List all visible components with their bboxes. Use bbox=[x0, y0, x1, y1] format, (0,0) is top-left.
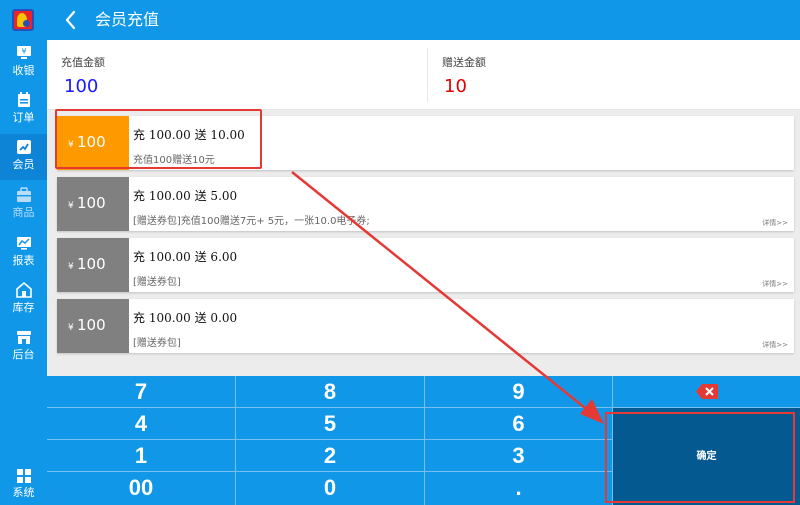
key-0[interactable]: 0 bbox=[236, 472, 425, 505]
gift-amount-panel[interactable]: 赠送金额 10 bbox=[427, 48, 800, 102]
package-price: 100 bbox=[77, 316, 106, 334]
goods-icon bbox=[16, 187, 31, 202]
yen-symbol: ¥ bbox=[68, 140, 74, 150]
svg-text:¥: ¥ bbox=[21, 47, 26, 56]
package-detail-link[interactable]: 详情>> bbox=[762, 279, 788, 289]
package-item[interactable]: ¥ 100 充 100.00 送 6.00 [赠送券包] 详情>> bbox=[57, 238, 794, 292]
sidebar-item-backend[interactable]: 后台 bbox=[0, 324, 47, 370]
cashier-icon: ¥ bbox=[16, 46, 31, 59]
backend-icon bbox=[16, 331, 31, 344]
package-title: 充 100.00 送 5.00 bbox=[133, 189, 238, 203]
sidebar-item-label: 库存 bbox=[12, 301, 35, 314]
package-title: 充 100.00 送 0.00 bbox=[133, 311, 238, 325]
confirm-button[interactable]: 确定 bbox=[613, 408, 800, 505]
order-icon bbox=[17, 92, 30, 107]
page-header: 会员充值 bbox=[47, 0, 800, 40]
key-9[interactable]: 9 bbox=[425, 376, 613, 408]
package-price: 100 bbox=[77, 194, 106, 212]
sidebar-item-member[interactable]: 会员 bbox=[0, 134, 47, 180]
yen-symbol: ¥ bbox=[68, 262, 74, 272]
recharge-amount-value: 100 bbox=[64, 76, 99, 97]
sidebar-item-system[interactable]: 系统 bbox=[0, 466, 47, 505]
sidebar-item-label: 系统 bbox=[12, 486, 35, 499]
key-4[interactable]: 4 bbox=[47, 408, 236, 440]
member-icon bbox=[16, 140, 31, 154]
yen-symbol: ¥ bbox=[68, 201, 74, 211]
delete-icon bbox=[696, 384, 718, 399]
inventory-icon bbox=[15, 281, 32, 298]
back-icon[interactable] bbox=[61, 9, 81, 31]
package-description: [赠送券包] bbox=[133, 277, 181, 288]
package-price: 100 bbox=[77, 133, 106, 151]
gift-amount-label: 赠送金额 bbox=[442, 56, 486, 69]
key-00[interactable]: 00 bbox=[47, 472, 236, 505]
sidebar-item-label: 报表 bbox=[12, 254, 35, 267]
package-item[interactable]: ¥ 100 充 100.00 送 0.00 [赠送券包] 详情>> bbox=[57, 299, 794, 353]
key-1[interactable]: 1 bbox=[47, 440, 236, 472]
numeric-keypad: 7 8 9 4 5 6 1 2 3 00 0 . 确定 bbox=[47, 376, 800, 505]
sidebar-item-inventory[interactable]: 库存 bbox=[0, 277, 47, 323]
sidebar-item-label: 订单 bbox=[12, 111, 35, 124]
package-detail-link[interactable]: 详情>> bbox=[762, 218, 788, 228]
delete-button[interactable] bbox=[613, 376, 800, 408]
key-dot[interactable]: . bbox=[425, 472, 613, 505]
package-price-badge: ¥ 100 bbox=[57, 238, 129, 292]
package-description: 充值100赠送10元 bbox=[133, 155, 215, 166]
sidebar-item-report[interactable]: 报表 bbox=[0, 230, 47, 276]
page-title: 会员充值 bbox=[95, 10, 160, 29]
recharge-amount-panel[interactable]: 充值金额 100 bbox=[47, 40, 427, 110]
key-2[interactable]: 2 bbox=[236, 440, 425, 472]
app-logo bbox=[12, 9, 34, 31]
sidebar: ¥ 收银 订单 会员 商品 报表 库存 后台 系统 bbox=[0, 0, 47, 505]
sidebar-item-label: 收银 bbox=[12, 64, 35, 77]
package-description: [赠送券包] bbox=[133, 338, 181, 349]
sidebar-item-order[interactable]: 订单 bbox=[0, 87, 47, 133]
package-price-badge: ¥ 100 bbox=[57, 299, 129, 353]
package-title: 充 100.00 送 10.00 bbox=[133, 128, 245, 142]
sidebar-item-label: 商品 bbox=[12, 206, 35, 219]
gift-amount-value: 10 bbox=[444, 76, 467, 97]
package-description: [赠送券包]充值100赠送7元+ 5元，一张10.0电子券; bbox=[133, 216, 370, 227]
sidebar-item-label: 会员 bbox=[12, 158, 35, 171]
key-8[interactable]: 8 bbox=[236, 376, 425, 408]
key-5[interactable]: 5 bbox=[236, 408, 425, 440]
package-detail-link[interactable]: 详情>> bbox=[762, 340, 788, 350]
package-list: ¥ 100 充 100.00 送 10.00 充值100赠送10元 ¥ 100 … bbox=[47, 110, 800, 376]
key-3[interactable]: 3 bbox=[425, 440, 613, 472]
report-icon bbox=[16, 237, 31, 250]
sidebar-item-label: 后台 bbox=[12, 348, 35, 361]
yen-symbol: ¥ bbox=[68, 323, 74, 333]
recharge-amount-label: 充值金额 bbox=[61, 56, 105, 69]
sidebar-item-goods[interactable]: 商品 bbox=[0, 182, 47, 228]
recharge-summary: 充值金额 100 赠送金额 10 bbox=[47, 40, 800, 110]
key-6[interactable]: 6 bbox=[425, 408, 613, 440]
package-price-badge: ¥ 100 bbox=[57, 116, 129, 170]
app-window: ¥ 收银 订单 会员 商品 报表 库存 后台 系统 会员充值 充值金额 100 … bbox=[0, 0, 800, 505]
package-title: 充 100.00 送 6.00 bbox=[133, 250, 238, 264]
package-price: 100 bbox=[77, 255, 106, 273]
sidebar-item-cashier[interactable]: ¥ 收银 bbox=[0, 40, 47, 86]
system-icon bbox=[16, 469, 31, 483]
package-price-badge: ¥ 100 bbox=[57, 177, 129, 231]
package-item[interactable]: ¥ 100 充 100.00 送 5.00 [赠送券包]充值100赠送7元+ 5… bbox=[57, 177, 794, 231]
key-7[interactable]: 7 bbox=[47, 376, 236, 408]
package-item[interactable]: ¥ 100 充 100.00 送 10.00 充值100赠送10元 bbox=[57, 116, 794, 170]
